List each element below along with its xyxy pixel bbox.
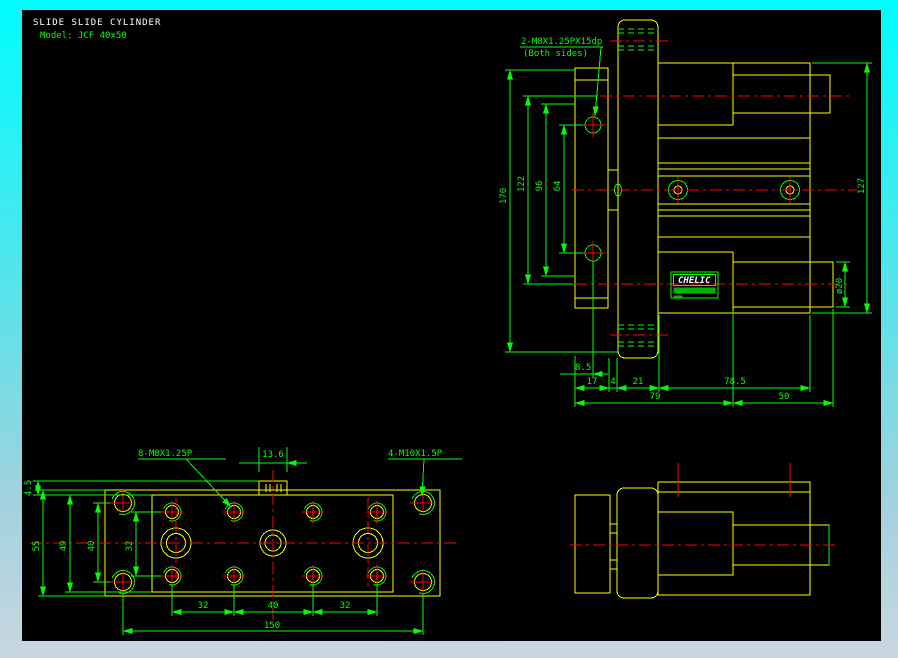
dim-78-5: 78.5 — [724, 377, 746, 387]
dim-49: 49 — [59, 541, 69, 552]
cad-window: SLIDE SLIDE CYLINDER Model: JCF 40x50 CH… — [0, 0, 898, 658]
dim-32: 32 — [125, 541, 135, 552]
dim-40b: 40 — [268, 601, 279, 611]
cad-drawing: SLIDE SLIDE CYLINDER Model: JCF 40x50 CH… — [22, 10, 881, 641]
dim-50: 50 — [779, 392, 790, 402]
note-m8: 8-M8X1.25P — [138, 449, 193, 459]
dim-127: 127 — [857, 178, 867, 194]
model-label: Model: JCF 40x50 — [40, 31, 127, 41]
dim-96: 96 — [535, 181, 545, 192]
dim-32b: 32 — [340, 601, 351, 611]
dim-32a: 32 — [198, 601, 209, 611]
drawing-title: SLIDE SLIDE CYLINDER — [33, 18, 161, 28]
dim-150: 150 — [264, 621, 280, 631]
dim-4-5: 4.5 — [24, 480, 34, 496]
dim-170: 170 — [499, 188, 509, 204]
note-m10: 4-M10X1.5P — [388, 449, 443, 459]
thread-note-text: 2-M8X1.25PX15dp — [521, 37, 602, 47]
dim-122: 122 — [517, 176, 527, 192]
dim-79: 79 — [650, 392, 661, 402]
thread-note-sub: (Both sides) — [523, 49, 588, 59]
brand-logo: CHELIC — [678, 276, 711, 286]
dim-21: 21 — [633, 377, 644, 387]
dim-40: 40 — [87, 541, 97, 552]
dim-8-5: 8.5 — [575, 363, 591, 373]
dim-64: 64 — [553, 181, 563, 192]
drawing-canvas — [22, 10, 881, 641]
nameplate-bar — [673, 287, 716, 294]
dim-4: 4 — [610, 377, 615, 387]
dim-17: 17 — [587, 377, 598, 387]
dim-13-6: 13.6 — [262, 450, 284, 460]
dim-rod-dia: ø20 — [835, 278, 845, 294]
dim-55: 55 — [32, 541, 42, 552]
